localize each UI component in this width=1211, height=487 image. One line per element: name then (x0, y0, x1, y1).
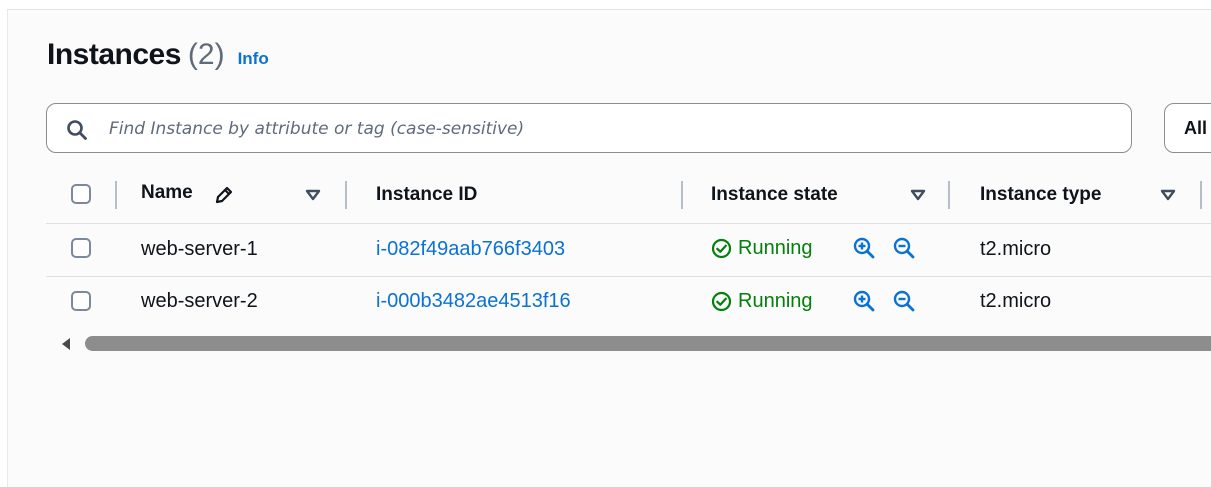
filter-select[interactable]: All (1164, 103, 1211, 153)
instance-state: Running (711, 237, 813, 260)
column-header-instance-type[interactable]: Instance type (980, 184, 1101, 206)
scroll-left-icon[interactable] (60, 337, 72, 351)
column-header-instance-state[interactable]: Instance state (711, 184, 838, 206)
row-divider (46, 223, 1211, 224)
instance-id-link[interactable]: i-082f49aab766f3403 (376, 238, 565, 261)
check-circle-icon (711, 238, 732, 259)
column-divider[interactable] (345, 181, 347, 209)
instance-state-label: Running (738, 237, 813, 259)
instance-type: t2.micro (980, 238, 1052, 260)
instance-id-link[interactable]: i-000b3482ae4513f16 (376, 290, 571, 313)
column-divider[interactable] (1200, 181, 1202, 209)
zoom-out-icon[interactable] (892, 289, 916, 313)
row-checkbox[interactable] (71, 291, 91, 311)
instance-name: web-server-2 (141, 290, 258, 312)
caret-down-icon[interactable] (910, 188, 926, 202)
instance-state-label: Running (738, 290, 813, 312)
row-checkbox[interactable] (71, 238, 91, 258)
row-divider (46, 276, 1211, 277)
select-all-checkbox[interactable] (71, 184, 91, 204)
zoom-out-icon[interactable] (892, 236, 916, 260)
instance-count: (2) (187, 38, 225, 71)
column-divider[interactable] (681, 181, 683, 209)
horizontal-scrollbar[interactable] (85, 336, 1211, 351)
search-input[interactable] (107, 114, 1111, 144)
zoom-in-icon[interactable] (852, 289, 876, 313)
caret-down-icon[interactable] (1160, 188, 1176, 202)
column-divider[interactable] (115, 181, 117, 209)
instance-name: web-server-1 (141, 238, 258, 260)
column-header-name[interactable]: Name (141, 182, 193, 204)
zoom-in-icon[interactable] (852, 236, 876, 260)
instance-state: Running (711, 290, 813, 313)
search-box[interactable] (46, 103, 1132, 153)
info-link[interactable]: Info (238, 49, 269, 69)
caret-down-icon[interactable] (305, 188, 321, 202)
check-circle-icon (711, 291, 732, 312)
page-header: Instances (2) Info (47, 38, 269, 72)
pencil-icon (215, 186, 233, 204)
instance-type: t2.micro (980, 290, 1052, 312)
search-icon (67, 120, 87, 140)
column-divider[interactable] (948, 181, 950, 209)
column-header-instance-id[interactable]: Instance ID (376, 184, 477, 206)
page-title: Instances (47, 38, 181, 71)
